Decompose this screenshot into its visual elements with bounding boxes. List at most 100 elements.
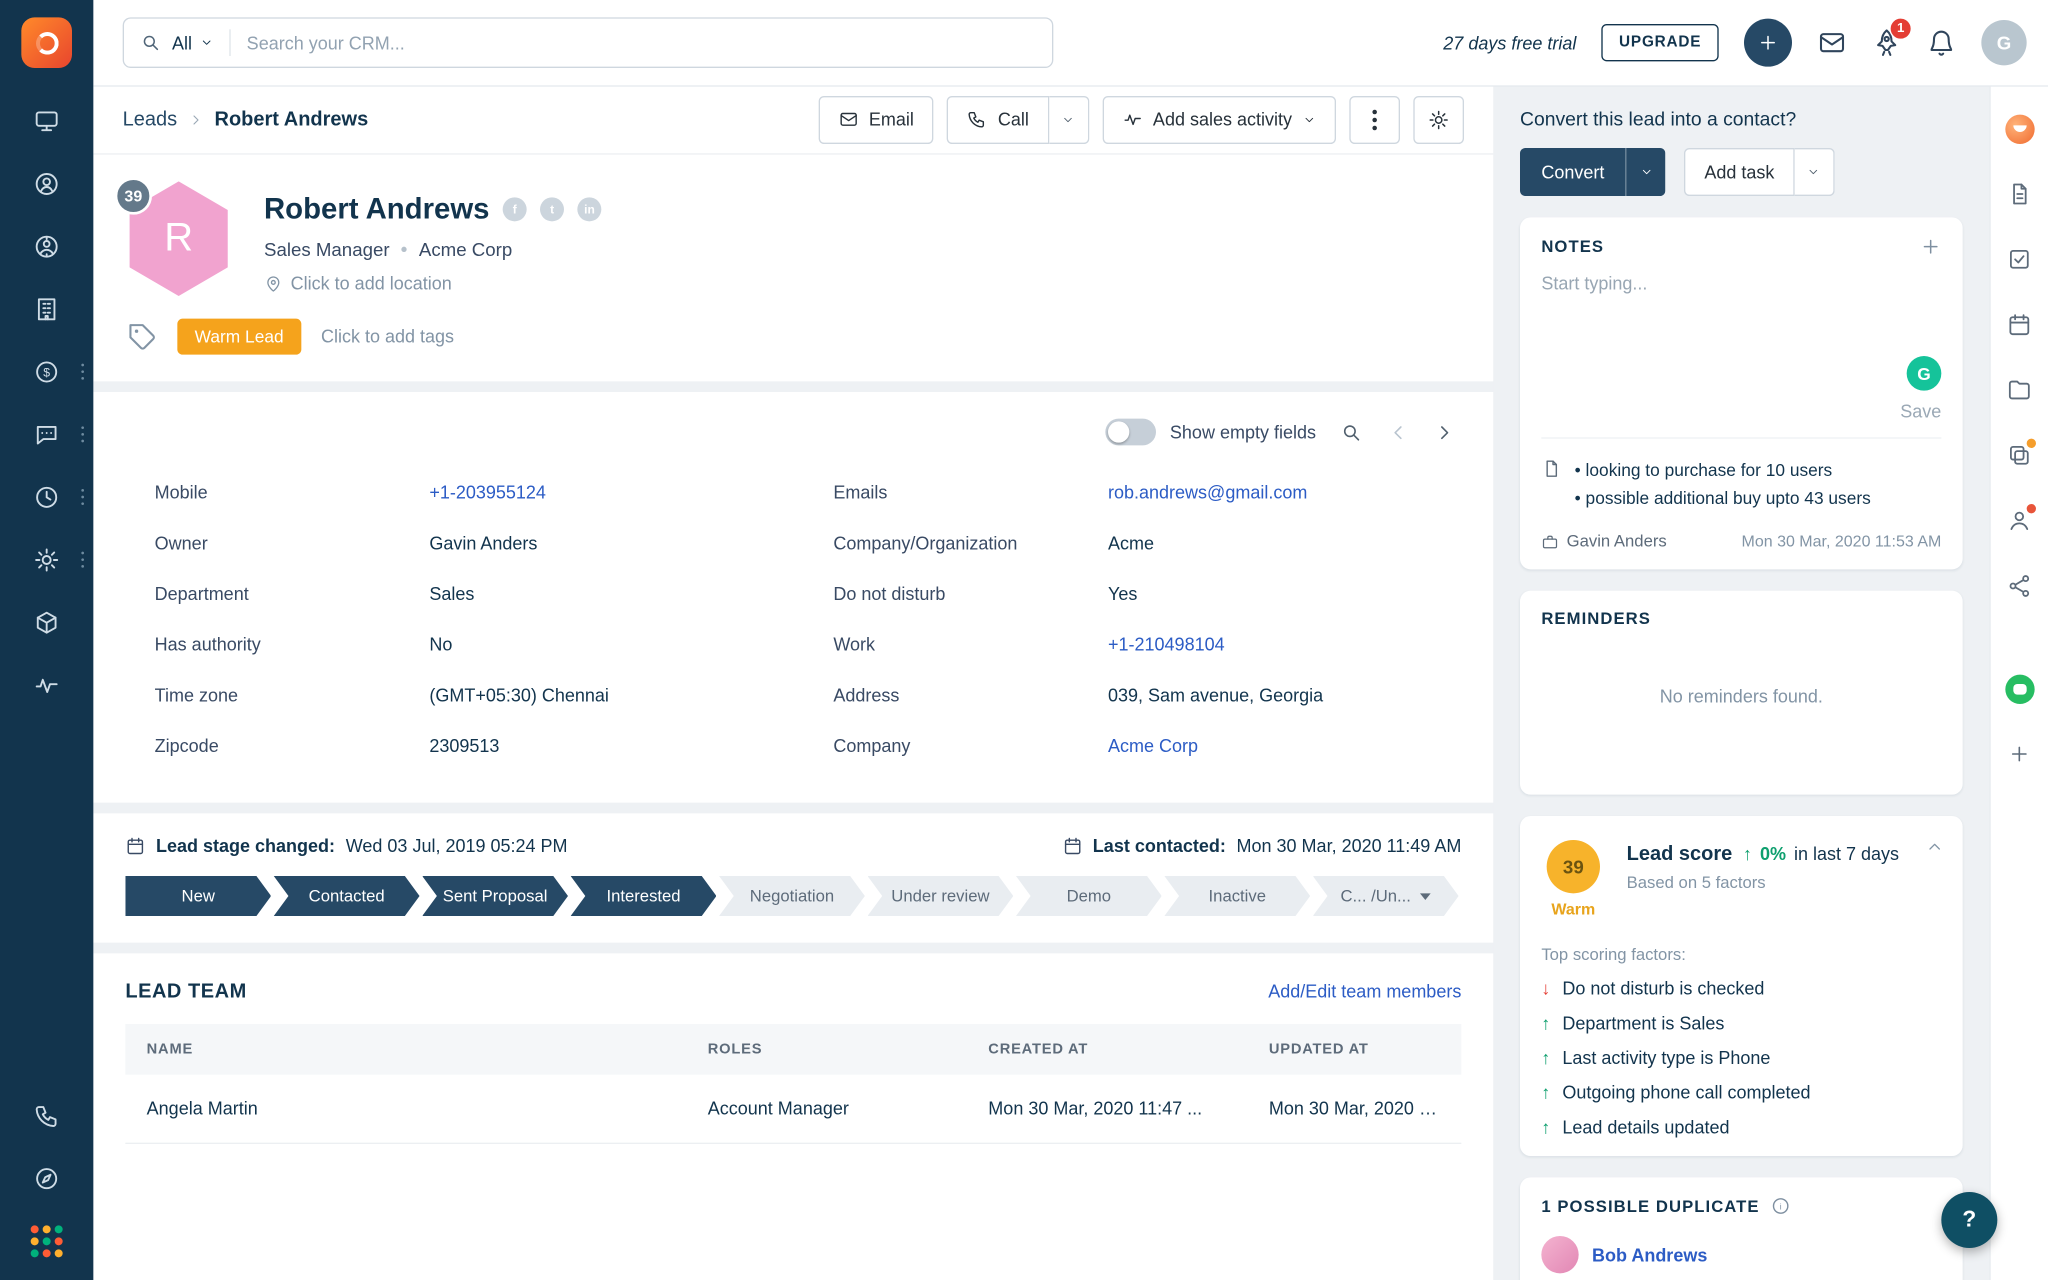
email-inbox-button[interactable]	[1817, 28, 1846, 57]
stage-demo[interactable]: Demo	[1016, 876, 1162, 916]
stage-closed[interactable]: C... /Un...	[1313, 876, 1459, 916]
facebook-icon[interactable]: f	[502, 197, 527, 222]
notifications-button[interactable]	[1927, 28, 1956, 57]
convert-button[interactable]: Convert	[1519, 147, 1626, 196]
email-button[interactable]: Email	[818, 95, 934, 144]
stage-changed-label: Lead stage changed:	[155, 835, 336, 856]
show-empty-fields-toggle[interactable]	[1105, 418, 1157, 446]
sidebar-item-accounts[interactable]	[0, 277, 93, 340]
conversations-overflow-dots[interactable]	[80, 425, 84, 443]
stage-new[interactable]: New	[125, 876, 271, 916]
emails-value[interactable]: rob.andrews@gmail.com	[1108, 482, 1307, 502]
convert-dropdown-caret[interactable]	[1625, 147, 1666, 196]
duplicate-name-link[interactable]: Bob Andrews	[1592, 1245, 1707, 1265]
add-note-button[interactable]	[1920, 236, 1941, 257]
strip-item-notes[interactable]	[1991, 161, 2048, 226]
stage-negotiation[interactable]: Negotiation	[719, 876, 865, 916]
strip-item-calendar[interactable]	[1991, 292, 2048, 357]
stage-inactive[interactable]: Inactive	[1164, 876, 1310, 916]
page-settings-button[interactable]	[1413, 95, 1464, 144]
duplicate-row[interactable]: Bob Andrews	[1541, 1235, 1941, 1274]
strip-item-tasks[interactable]	[1991, 227, 2048, 292]
strip-item-freshchat[interactable]	[1991, 656, 2048, 721]
info-icon[interactable]: i	[1770, 1196, 1790, 1216]
linkedin-icon[interactable]: in	[577, 197, 602, 222]
sidebar-item-deals[interactable]: $	[0, 340, 93, 403]
deals-overflow-dots[interactable]	[80, 362, 84, 380]
sidebar-item-settings[interactable]	[0, 528, 93, 591]
table-row[interactable]: Angela Martin Account Manager Mon 30 Mar…	[125, 1075, 1462, 1144]
activities-overflow-dots[interactable]	[80, 488, 84, 505]
add-task-dropdown-caret[interactable]	[1794, 147, 1835, 196]
freshchat-icon	[2004, 673, 2034, 704]
sidebar-item-leads[interactable]	[0, 152, 93, 215]
upgrade-button[interactable]: UPGRADE	[1601, 23, 1719, 62]
sidebar-item-conversations[interactable]	[0, 403, 93, 466]
prev-record-button[interactable]	[1387, 421, 1410, 444]
stage-contacted[interactable]: Contacted	[274, 876, 420, 916]
search-input[interactable]	[246, 32, 1036, 53]
add-task-button[interactable]: Add task	[1684, 147, 1795, 196]
add-sales-activity-button[interactable]: Add sales activity	[1102, 95, 1336, 144]
work-phone-value[interactable]: +1-210498104	[1108, 634, 1225, 654]
lead-detail-main: Leads Robert Andrews Email Call Add sale…	[93, 85, 1494, 1280]
team-member-name[interactable]: Angela Martin	[125, 1099, 686, 1119]
lead-score-title: Lead score	[1626, 842, 1733, 866]
notes-title: NOTES	[1541, 237, 1605, 256]
strip-item-connector[interactable]	[1991, 553, 2048, 618]
help-button[interactable]: ?	[1941, 1191, 1998, 1248]
sidebar-item-web[interactable]	[0, 1147, 93, 1210]
sidebar-item-activities[interactable]	[0, 465, 93, 528]
arrow-up-icon: ↑	[1541, 1013, 1551, 1034]
call-dropdown-caret[interactable]	[1048, 95, 1089, 144]
search-scope-dropdown[interactable]: All	[172, 33, 213, 53]
search-fields-button[interactable]	[1340, 421, 1363, 444]
strip-item-freddy[interactable]	[1991, 96, 2048, 161]
stage-sent-proposal[interactable]: Sent Proposal	[422, 876, 568, 916]
strip-item-contacts[interactable]	[1991, 488, 2048, 553]
add-location-label: Click to add location	[290, 273, 452, 294]
strip-item-duplicates[interactable]	[1991, 423, 2048, 488]
strip-item-add-widget[interactable]	[1991, 721, 2048, 786]
add-tags-field[interactable]: Click to add tags	[321, 327, 454, 347]
strip-item-files[interactable]	[1991, 357, 2048, 422]
field-label: Company/Organization	[833, 532, 1018, 553]
sidebar-item-contacts[interactable]	[0, 215, 93, 278]
edit-team-members-link[interactable]: Add/Edit team members	[1268, 981, 1461, 1001]
add-location-field[interactable]: Click to add location	[264, 273, 601, 293]
chevron-left-icon	[1394, 425, 1402, 439]
field-row: Owner Gavin Anders	[155, 517, 775, 568]
stage-interested[interactable]: Interested	[571, 876, 717, 916]
sidebar-item-phone[interactable]	[0, 1084, 93, 1147]
lead-avatar[interactable]: R 39	[114, 177, 232, 296]
mobile-value[interactable]: +1-203955124	[429, 482, 546, 502]
scoring-factor: ↑ Outgoing phone call completed	[1541, 1083, 1941, 1103]
department-value: Sales	[429, 583, 475, 604]
more-actions-button[interactable]	[1349, 95, 1400, 144]
plus-icon	[1761, 35, 1775, 50]
breadcrumb-leads-link[interactable]: Leads	[123, 108, 177, 131]
twitter-icon[interactable]: t	[540, 197, 565, 222]
sidebar-item-apps[interactable]	[0, 1209, 93, 1272]
quick-add-button[interactable]	[1743, 18, 1792, 67]
note-save-button[interactable]: Save	[1541, 401, 1941, 421]
note-item[interactable]: looking to purchase for 10 users possibl…	[1541, 437, 1942, 512]
next-record-button[interactable]	[1433, 421, 1456, 444]
settings-overflow-dots[interactable]	[80, 550, 84, 568]
field-row: Do not disturb Yes	[833, 568, 1453, 619]
warm-lead-tag[interactable]: Warm Lead	[177, 318, 301, 355]
collapse-button[interactable]	[1925, 837, 1944, 856]
sidebar-item-products[interactable]	[0, 591, 93, 654]
widget-strip	[1989, 85, 2048, 1280]
stage-under-review[interactable]: Under review	[868, 876, 1014, 916]
freshworks-logo[interactable]	[21, 17, 72, 68]
owner-value: Gavin Anders	[429, 532, 538, 553]
company-link[interactable]: Acme Corp	[1108, 735, 1198, 755]
user-avatar[interactable]: G	[1981, 19, 2027, 66]
sidebar-item-dashboard[interactable]	[0, 89, 93, 152]
call-button[interactable]: Call	[947, 95, 1049, 144]
sidebar-item-analytics[interactable]	[0, 653, 93, 716]
note-input[interactable]: Start typing... G	[1541, 273, 1942, 396]
whats-new-button[interactable]: 1	[1872, 17, 1912, 57]
